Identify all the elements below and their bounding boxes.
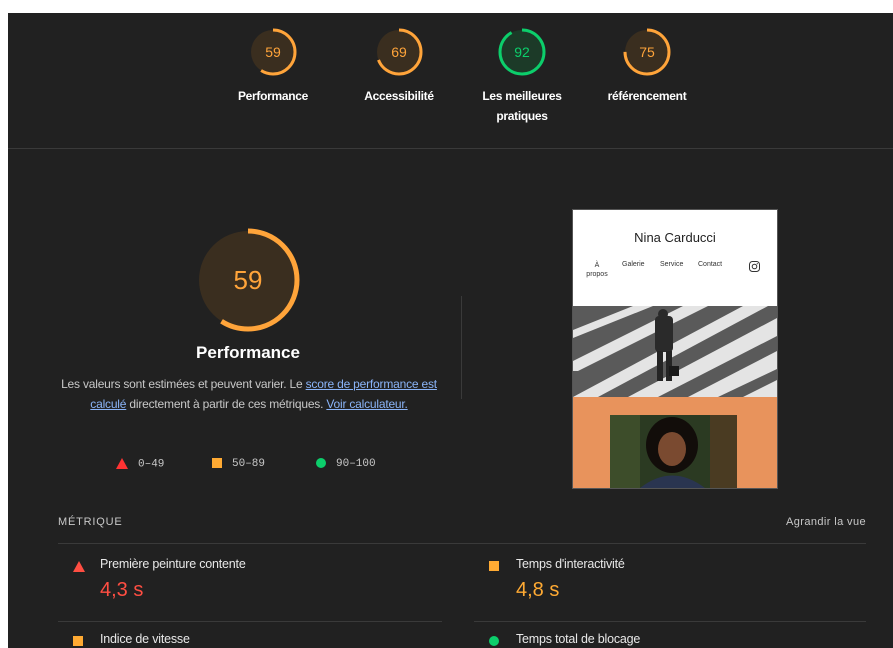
legend-average: 50–89 (212, 458, 265, 470)
circle-icon (489, 636, 499, 646)
site-nav: À propos Galerie Service Contact (573, 261, 777, 287)
metric-divider (58, 621, 442, 622)
triangle-icon (73, 561, 85, 572)
nav-item-contact: Contact (698, 261, 723, 268)
metric-divider (474, 621, 866, 622)
legend-pass: 90–100 (316, 458, 376, 470)
legend-fail: 0–49 (116, 458, 164, 470)
site-name: Nina Carducci (634, 230, 716, 245)
triangle-icon (116, 458, 128, 469)
metric-value: 4,3 s (100, 579, 144, 601)
gauge-score: 69 (391, 44, 407, 60)
performance-description: Les valeurs sont estimées et peuvent var… (61, 377, 437, 411)
page-screenshot[interactable]: Nina Carducci À propos Galerie Service C… (572, 209, 778, 489)
metric-name: Temps total de blocage (516, 632, 641, 646)
gauge-label: Accessibilité (364, 89, 434, 103)
metric-name: Temps d'interactivité (516, 557, 625, 571)
gauge-score: 59 (265, 44, 281, 60)
lighthouse-report: 59 Performance 69 Accessibilité 92 Les m… (8, 13, 893, 648)
hero-image (573, 306, 777, 397)
square-icon (212, 458, 222, 469)
circle-icon (316, 458, 326, 469)
gauge-score: 92 (514, 44, 530, 60)
gauge-label: référencement (607, 89, 687, 103)
category-gauges: 59 Performance 69 Accessibilité 92 Les m… (8, 13, 893, 149)
gauge-accessibility[interactable]: 69 Accessibilité (344, 27, 454, 106)
instagram-icon (749, 261, 760, 272)
metrics-header: MÉTRIQUE Agrandir la vue (58, 513, 866, 544)
expand-view-button[interactable]: Agrandir la vue (786, 516, 866, 528)
gauge-performance[interactable]: 59 Performance (218, 27, 328, 106)
metric-name: Première peinture contente (100, 557, 246, 571)
nav-item-gallery: Galerie (622, 261, 645, 268)
portrait-image (610, 415, 737, 488)
performance-title: Performance (196, 343, 300, 362)
gauge-score: 75 (639, 44, 655, 60)
gauge-best-practices[interactable]: 92 Les meilleures pratiques (467, 27, 577, 126)
metric-name: Indice de vitesse (100, 632, 190, 646)
square-icon (489, 561, 499, 571)
calculator-link[interactable]: Voir calculateur. (326, 397, 408, 411)
gauge-label: Les meilleures pratiques (482, 89, 562, 123)
gauge-seo[interactable]: 75 référencement (592, 27, 702, 106)
section-divider (461, 296, 462, 399)
nav-item-service: Service (660, 261, 684, 268)
nav-item-about: À propos (586, 262, 608, 278)
metric-value: 4,8 s (516, 579, 560, 601)
gauge-label: Performance (237, 89, 309, 103)
performance-gauge: 59 (194, 226, 302, 334)
metrics-title: MÉTRIQUE (58, 516, 123, 528)
performance-score: 59 (233, 265, 263, 295)
square-icon (73, 636, 83, 646)
